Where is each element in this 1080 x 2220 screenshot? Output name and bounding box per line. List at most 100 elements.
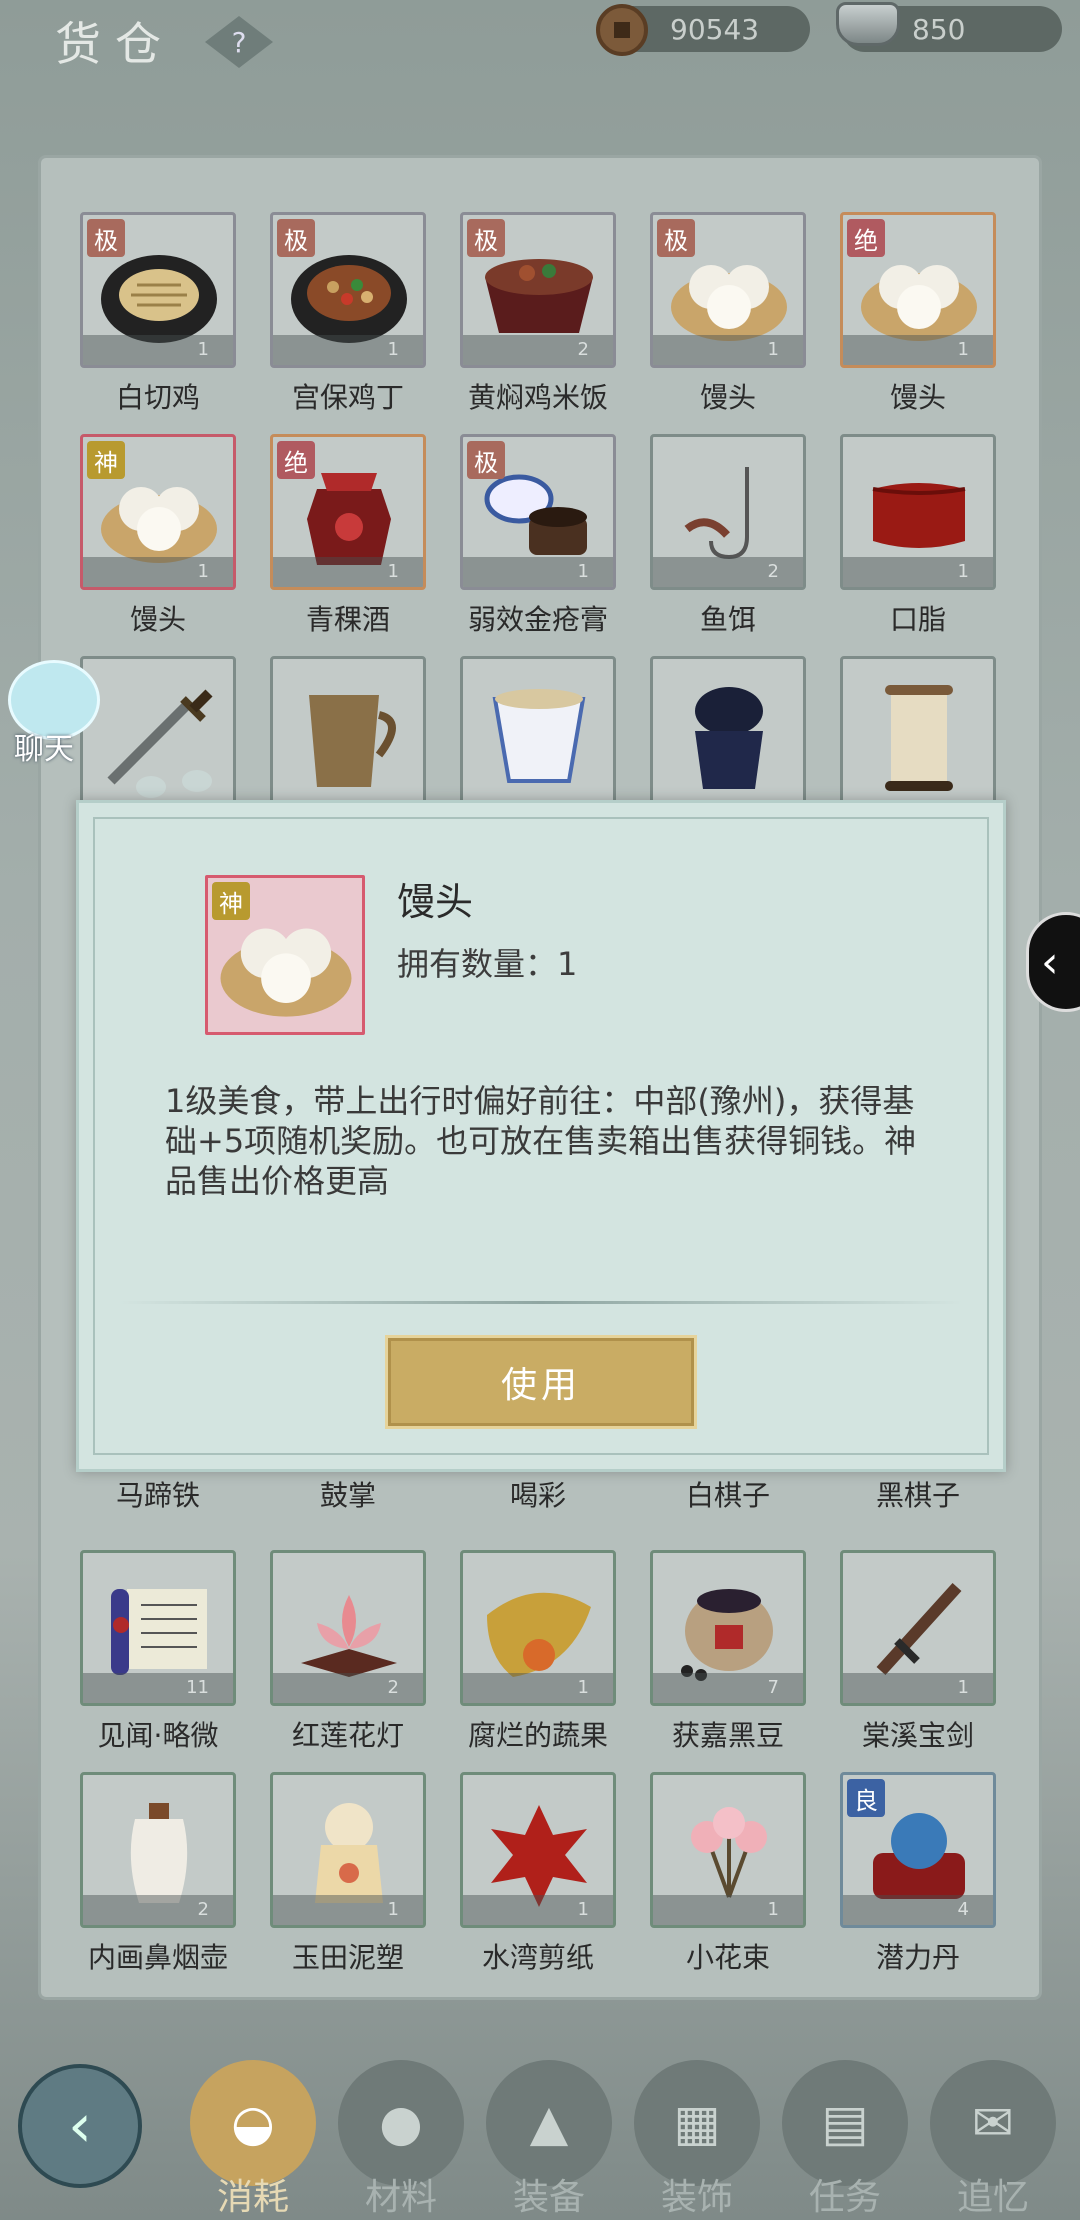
quality-badge: 极 xyxy=(467,219,505,257)
item-tile[interactable]: 极 1 xyxy=(80,212,236,368)
item-tile[interactable]: 极 1 xyxy=(650,212,806,368)
item-cell[interactable]: 1 玉田泥塑 xyxy=(270,1772,426,1976)
chat-button[interactable]: 聊天 xyxy=(8,660,104,767)
tab-tasks[interactable]: ▤ 任务 xyxy=(780,2060,910,2220)
item-tile[interactable]: 神 1 xyxy=(80,434,236,590)
tab-consume[interactable]: ◒ 消耗 xyxy=(188,2060,318,2220)
tab-label: 装备 xyxy=(512,2177,585,2218)
item-tile[interactable]: 极 1 xyxy=(270,212,426,368)
item-cell[interactable]: 2 红莲花灯 xyxy=(270,1550,426,1754)
item-tile[interactable]: 1 xyxy=(460,1772,616,1928)
bird-decoration-icon xyxy=(182,770,212,792)
copper-amount: 90543 xyxy=(670,12,760,46)
item-cell[interactable] xyxy=(650,656,806,812)
item-tile[interactable]: 2 xyxy=(650,434,806,590)
item-tile[interactable]: 7 xyxy=(650,1550,806,1706)
item-cell[interactable] xyxy=(460,656,616,812)
item-name: 喝彩 xyxy=(509,1479,566,1512)
item-cell[interactable]: 11 见闻·略微 xyxy=(80,1550,236,1754)
paper-cutting-icon xyxy=(491,1805,587,1907)
item-tile[interactable]: 极 1 xyxy=(460,434,616,590)
item-count: 1 xyxy=(653,1895,803,1925)
side-collapse-button[interactable]: ‹ xyxy=(1026,912,1080,1012)
quality-badge: 绝 xyxy=(847,219,885,257)
item-tile[interactable]: 1 xyxy=(460,1550,616,1706)
item-tile[interactable]: 极 2 xyxy=(460,212,616,368)
lotus-lantern-icon xyxy=(301,1595,397,1677)
item-tile[interactable]: 11 xyxy=(80,1550,236,1706)
silver-currency: 850 xyxy=(836,2,1062,52)
item-name: 馒头 xyxy=(889,381,946,414)
item-name: 红莲花灯 xyxy=(291,1719,404,1752)
item-tile[interactable]: 2 xyxy=(270,1550,426,1706)
snuff-bottle-icon xyxy=(130,1803,188,1903)
tab-decoration[interactable]: ▦ 装饰 xyxy=(632,2060,762,2220)
item-cell[interactable]: 鼓掌 xyxy=(270,1474,426,1514)
item-tile[interactable]: 1 xyxy=(650,1772,806,1928)
item-tile[interactable] xyxy=(270,656,426,812)
item-cell[interactable]: 极 1 馒头 xyxy=(650,212,806,416)
item-cell[interactable]: 1 小花束 xyxy=(650,1772,806,1976)
item-tile[interactable]: 2 xyxy=(80,1772,236,1928)
top-bar: 货仓 ? 90543 850 xyxy=(0,0,1080,71)
item-cell[interactable]: 喝彩 xyxy=(460,1474,616,1514)
item-cell[interactable]: 2 内画鼻烟壶 xyxy=(80,1772,236,1976)
item-tile[interactable] xyxy=(650,656,806,812)
dialog-item-name: 馒头 xyxy=(397,880,474,924)
item-count: 2 xyxy=(83,1895,233,1925)
item-cell[interactable]: 良 4 潜力丹 xyxy=(840,1772,996,1976)
item-name: 水湾剪纸 xyxy=(481,1941,594,1974)
item-cell[interactable]: 极 1 宫保鸡丁 xyxy=(270,212,426,416)
item-tile[interactable] xyxy=(840,656,996,812)
item-cell[interactable]: 绝 1 馒头 xyxy=(840,212,996,416)
item-cell[interactable]: 神 1 馒头 xyxy=(80,434,236,638)
bamboo-cup-icon xyxy=(309,695,396,787)
item-tile[interactable]: 1 xyxy=(270,1772,426,1928)
quality-badge: 良 xyxy=(847,1779,885,1817)
divider xyxy=(119,1301,963,1304)
item-cell[interactable]: 黑棋子 xyxy=(840,1474,996,1514)
porcelain-cup-icon xyxy=(492,689,586,783)
item-cell[interactable]: 极 2 黄焖鸡米饭 xyxy=(460,212,616,416)
quality-badge: 绝 xyxy=(277,441,315,479)
item-name: 口脂 xyxy=(889,603,946,636)
item-tile[interactable]: 1 xyxy=(840,1550,996,1706)
quality-badge: 极 xyxy=(277,219,315,257)
back-button[interactable]: ‹ xyxy=(18,2064,142,2188)
item-cell[interactable]: 1 水湾剪纸 xyxy=(460,1772,616,1976)
item-name: 弱效金疮膏 xyxy=(467,603,608,636)
item-tile[interactable]: 绝 1 xyxy=(840,212,996,368)
item-count: 7 xyxy=(653,1673,803,1703)
item-cell[interactable]: 白棋子 xyxy=(650,1474,806,1514)
tab-memories[interactable]: ✉ 追忆 xyxy=(928,2060,1058,2220)
item-name: 青稞酒 xyxy=(305,603,390,636)
item-cell[interactable]: 绝 1 青稞酒 xyxy=(270,434,426,638)
dialog-description: 1级美食，带上出行时偏好前往：中部(豫州)，获得基础+5项随机奖励。也可放在售卖… xyxy=(165,1082,917,1200)
item-cell[interactable]: 1 棠溪宝剑 xyxy=(840,1550,996,1754)
tab-label: 装饰 xyxy=(660,2177,733,2218)
item-cell[interactable] xyxy=(840,656,996,812)
item-tile[interactable]: 绝 1 xyxy=(270,434,426,590)
item-cell[interactable]: 2 鱼饵 xyxy=(650,434,806,638)
item-detail-dialog: 神 馒头 拥有数量：1 1级美食，带上出行时偏好前往：中部(豫州)，获得基础+5… xyxy=(76,800,1006,1472)
chevron-left-icon: ‹ xyxy=(1041,936,1059,988)
item-cell[interactable]: 1 腐烂的蔬果 xyxy=(460,1550,616,1754)
item-cell[interactable]: 1 口脂 xyxy=(840,434,996,638)
item-tile[interactable]: 1 xyxy=(840,434,996,590)
back-arrow-icon: ‹ xyxy=(68,2091,92,2161)
quality-badge: 极 xyxy=(657,219,695,257)
item-cell[interactable]: 马蹄铁 xyxy=(80,1474,236,1514)
use-button[interactable]: 使用 xyxy=(385,1335,697,1429)
item-cell[interactable]: 7 获嘉黑豆 xyxy=(650,1550,806,1754)
dialog-item-tile: 神 xyxy=(205,875,365,1035)
item-tile[interactable]: 良 4 xyxy=(840,1772,996,1928)
item-cell[interactable] xyxy=(270,656,426,812)
tab-materials[interactable]: ● 材料 xyxy=(336,2060,466,2220)
item-tile[interactable] xyxy=(460,656,616,812)
tab-equipment[interactable]: ▲ 装备 xyxy=(484,2060,614,2220)
silver-ingot-icon xyxy=(836,2,900,46)
item-cell[interactable]: 极 1 弱效金疮膏 xyxy=(460,434,616,638)
mask-cloth-icon xyxy=(695,687,763,789)
item-cell[interactable]: 极 1 白切鸡 xyxy=(80,212,236,416)
fishing-bait-icon xyxy=(684,467,749,560)
